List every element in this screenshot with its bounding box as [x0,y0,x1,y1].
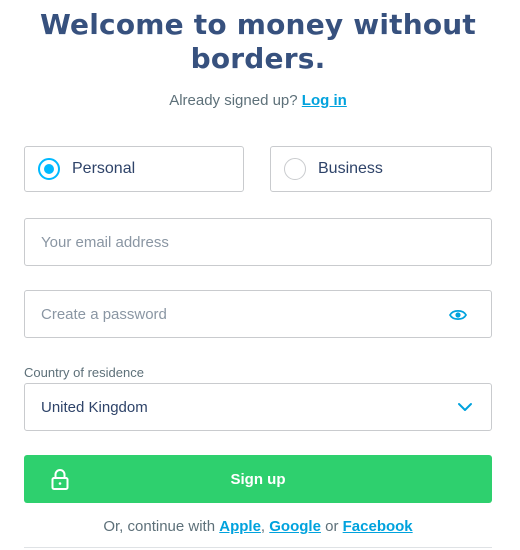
social-or: or [325,518,339,535]
radio-checked-icon[interactable] [38,158,60,180]
page-title: Welcome to money without borders. [0,8,516,76]
radio-unchecked-icon[interactable] [284,158,306,180]
eye-icon[interactable] [449,308,467,322]
country-label: Country of residence [24,365,144,380]
password-input[interactable] [25,291,491,337]
facebook-link[interactable]: Facebook [343,518,413,535]
login-link[interactable]: Log in [302,92,347,109]
email-field[interactable] [24,218,492,266]
social-login: Or, continue with Apple, Google or Faceb… [0,518,516,535]
account-type-personal-label: Personal [72,160,136,177]
social-login-prefix: Or, continue with [103,518,216,535]
lock-icon [51,469,69,490]
email-input[interactable] [25,219,491,265]
title-line-2: borders. [190,42,326,75]
login-prompt: Already signed up? Log in [0,92,516,109]
signup-button-label: Sign up [230,470,286,488]
chevron-down-icon[interactable] [457,401,473,413]
google-link[interactable]: Google [269,518,321,535]
password-field[interactable] [24,290,492,338]
account-type-personal[interactable]: Personal [24,146,244,192]
social-separator: , [260,518,266,535]
title-line-1: Welcome to money without [39,8,477,41]
account-type-business-label: Business [318,160,383,177]
country-value: United Kingdom [41,398,148,416]
signup-button[interactable]: Sign up [24,455,492,503]
bottom-divider [24,547,492,548]
country-select[interactable]: United Kingdom [24,383,492,431]
apple-link[interactable]: Apple [219,518,261,535]
login-prompt-text: Already signed up? [169,92,298,109]
account-type-business[interactable]: Business [270,146,492,192]
